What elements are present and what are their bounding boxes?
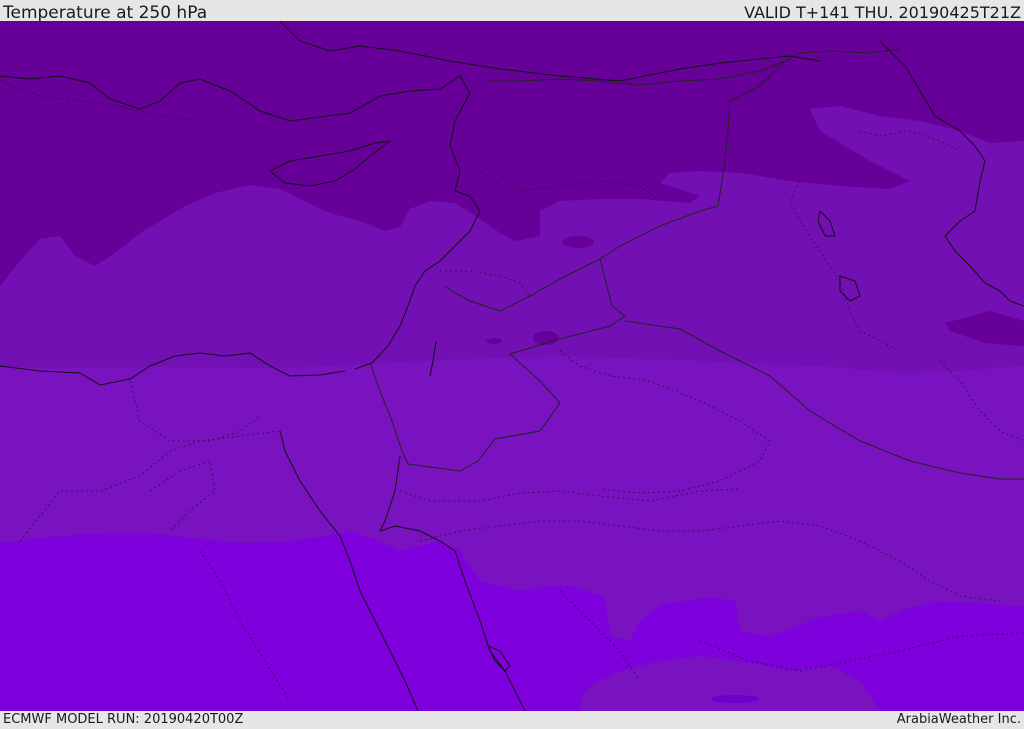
map-title: Temperature at 250 hPa xyxy=(3,3,208,23)
credit-label: ArabiaWeather Inc. xyxy=(896,712,1021,727)
temp-pocket-3 xyxy=(486,338,502,344)
model-run-label: ECMWF MODEL RUN: 20190420T00Z xyxy=(3,712,244,727)
valid-time-label: VALID T+141 THU. 20190425T21Z xyxy=(744,3,1021,22)
temperature-map[interactable] xyxy=(0,21,1024,711)
header-bar: Temperature at 250 hPa VALID T+141 THU. … xyxy=(0,0,1024,23)
map-panel[interactable] xyxy=(0,21,1024,711)
temp-pocket-1 xyxy=(562,236,594,248)
footer-bar: ECMWF MODEL RUN: 20190420T00Z ArabiaWeat… xyxy=(0,711,1024,729)
temp-pocket-5 xyxy=(711,695,759,703)
